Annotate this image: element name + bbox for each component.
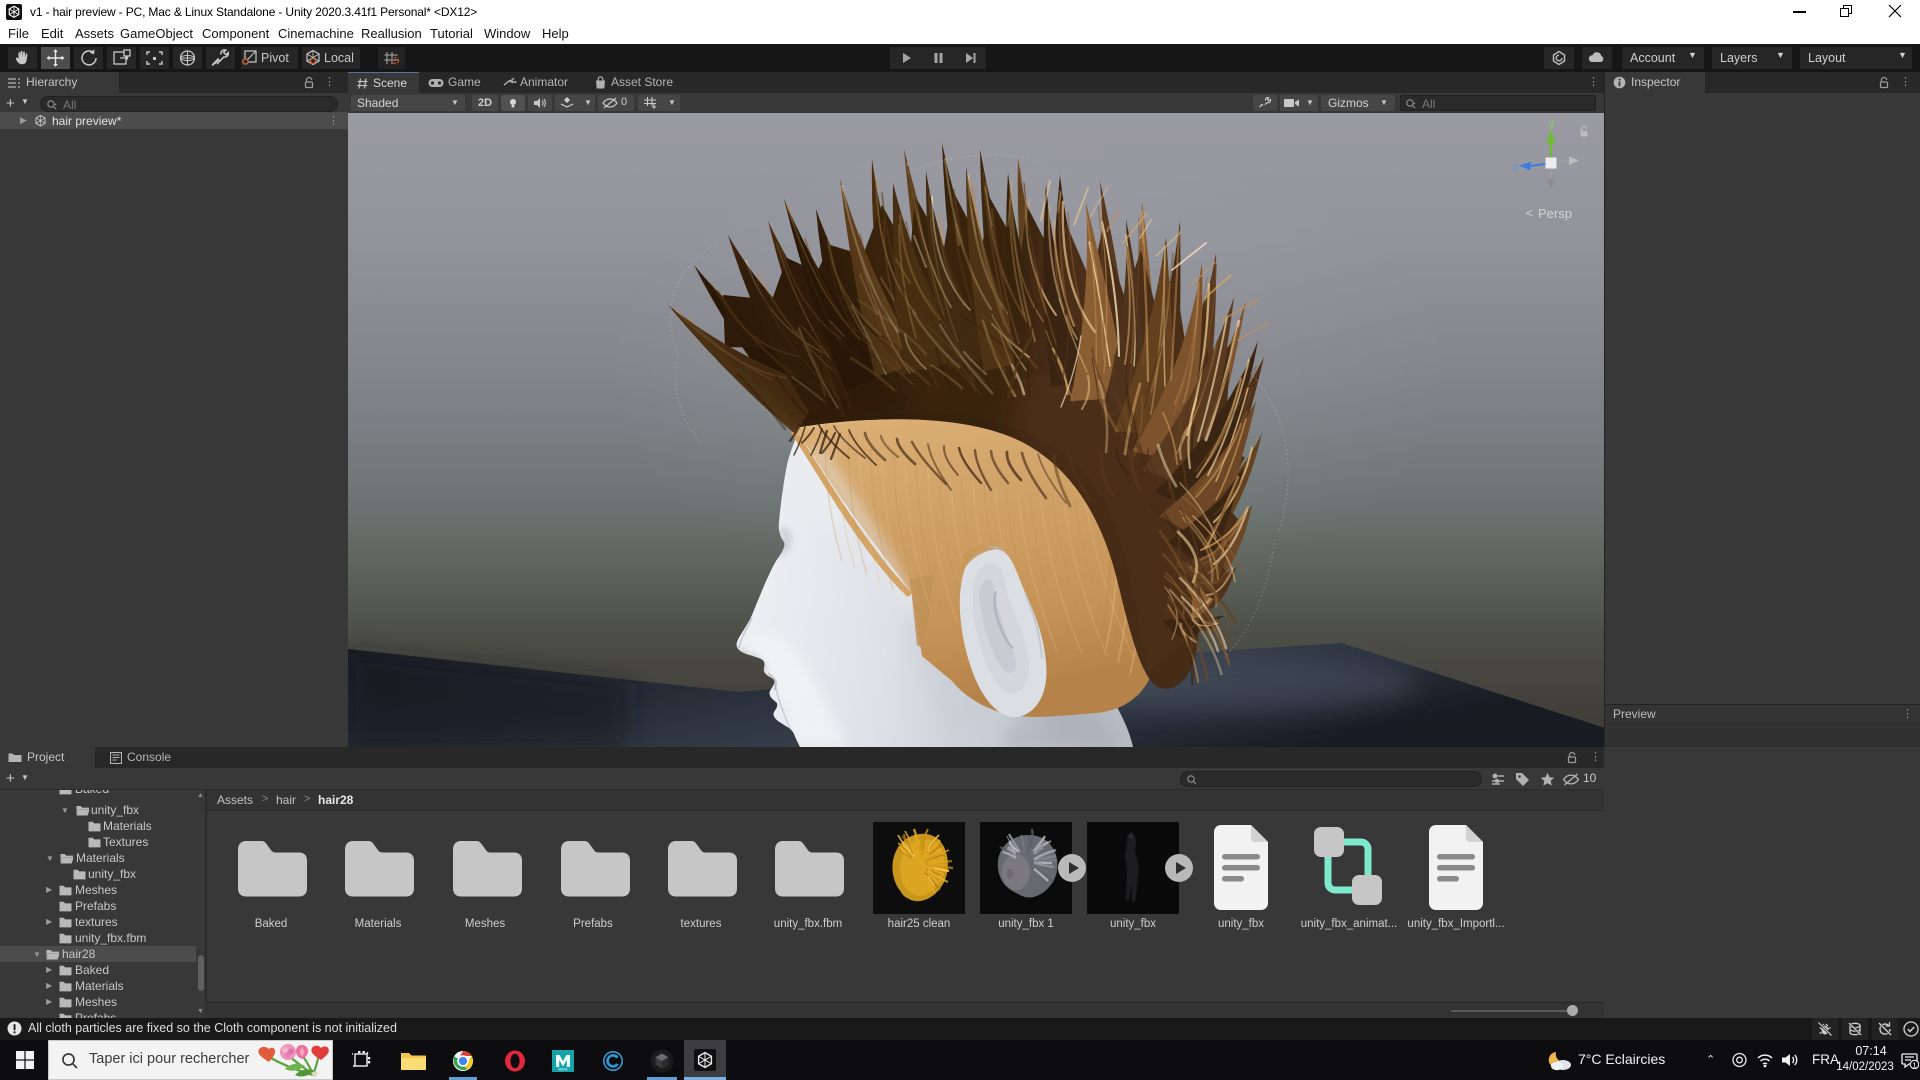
svg-text:1: 1: [1912, 1060, 1916, 1069]
svg-text:Persp: Persp: [1538, 206, 1572, 221]
svg-text:MAYA: MAYA: [558, 1068, 568, 1072]
svg-text:z: z: [1513, 161, 1519, 173]
svg-text:y: y: [1549, 118, 1555, 130]
svg-text:˂: ˂: [1526, 206, 1533, 220]
